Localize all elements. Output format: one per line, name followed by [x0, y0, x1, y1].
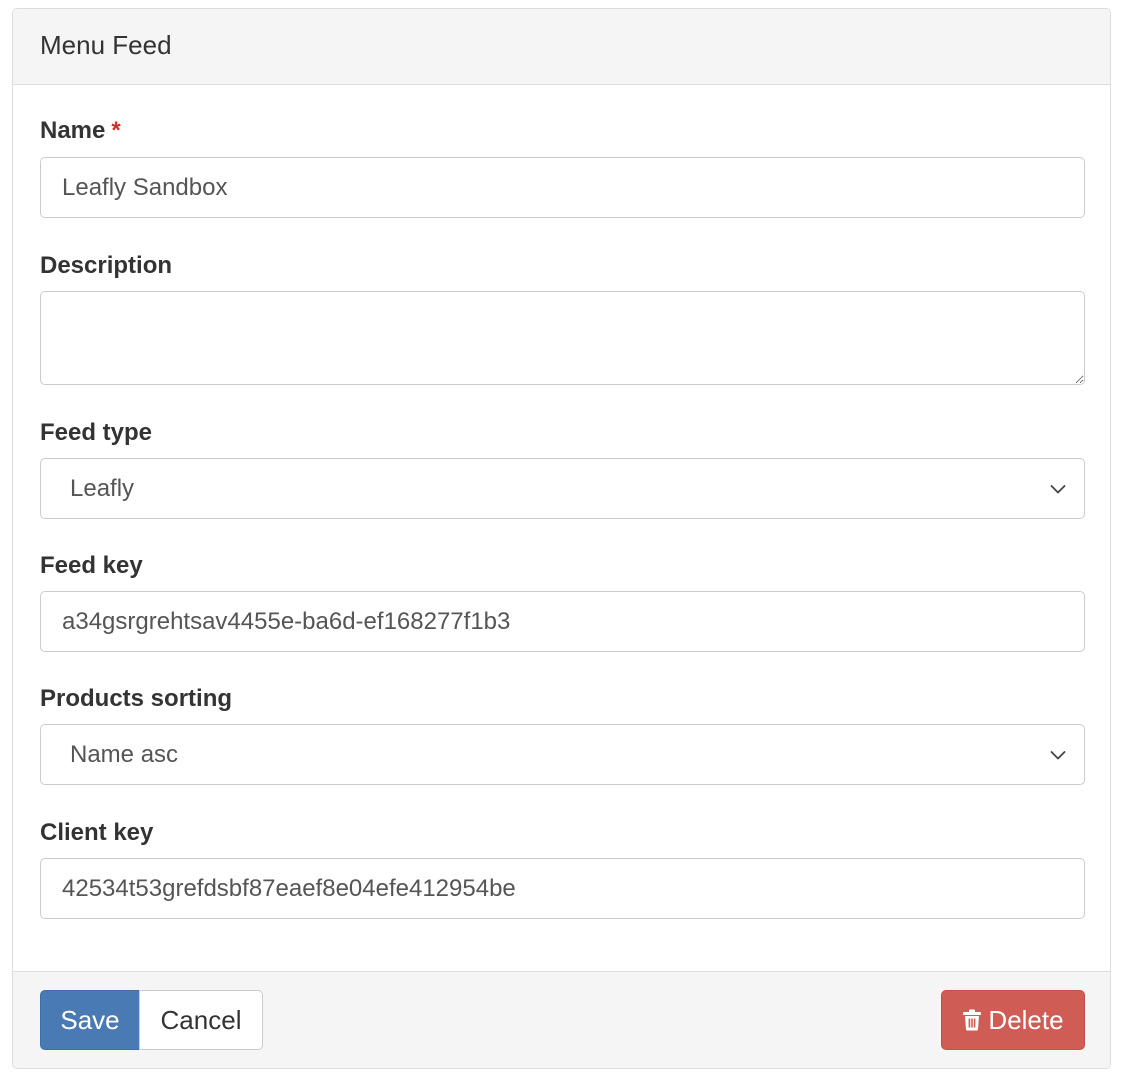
- menu-feed-panel: Menu Feed Name* Description Feed type Le…: [12, 8, 1111, 1069]
- feed-type-label: Feed type: [40, 419, 153, 446]
- delete-button-label: Delete: [988, 1005, 1064, 1035]
- feed-key-input[interactable]: [40, 591, 1085, 652]
- feed-type-selected-value: Leafly: [70, 475, 135, 502]
- panel-heading: Menu Feed: [13, 9, 1110, 85]
- cancel-button[interactable]: Cancel: [139, 990, 263, 1050]
- feed-type-select[interactable]: Leafly: [40, 458, 1085, 519]
- name-input[interactable]: [40, 157, 1085, 218]
- delete-button[interactable]: Delete: [941, 990, 1085, 1050]
- trash-icon: [963, 1009, 982, 1031]
- chevron-down-icon: [1050, 751, 1066, 760]
- client-key-input[interactable]: [40, 858, 1085, 919]
- name-label-text: Name: [40, 117, 106, 144]
- required-marker: *: [111, 117, 121, 144]
- products-sorting-label: Products sorting: [40, 685, 233, 712]
- save-button[interactable]: Save: [40, 990, 140, 1050]
- panel-footer: Save Cancel Delete: [13, 971, 1110, 1068]
- products-sorting-selected-value: Name asc: [70, 741, 179, 768]
- client-key-label: Client key: [40, 819, 154, 846]
- chevron-down-icon: [1050, 485, 1066, 494]
- products-sorting-select[interactable]: Name asc: [40, 724, 1085, 785]
- feed-key-label: Feed key: [40, 552, 143, 579]
- panel-title: Menu Feed: [40, 30, 172, 60]
- description-textarea[interactable]: [40, 291, 1085, 385]
- name-label: Name *: [40, 116, 121, 146]
- description-label: Description: [40, 252, 173, 279]
